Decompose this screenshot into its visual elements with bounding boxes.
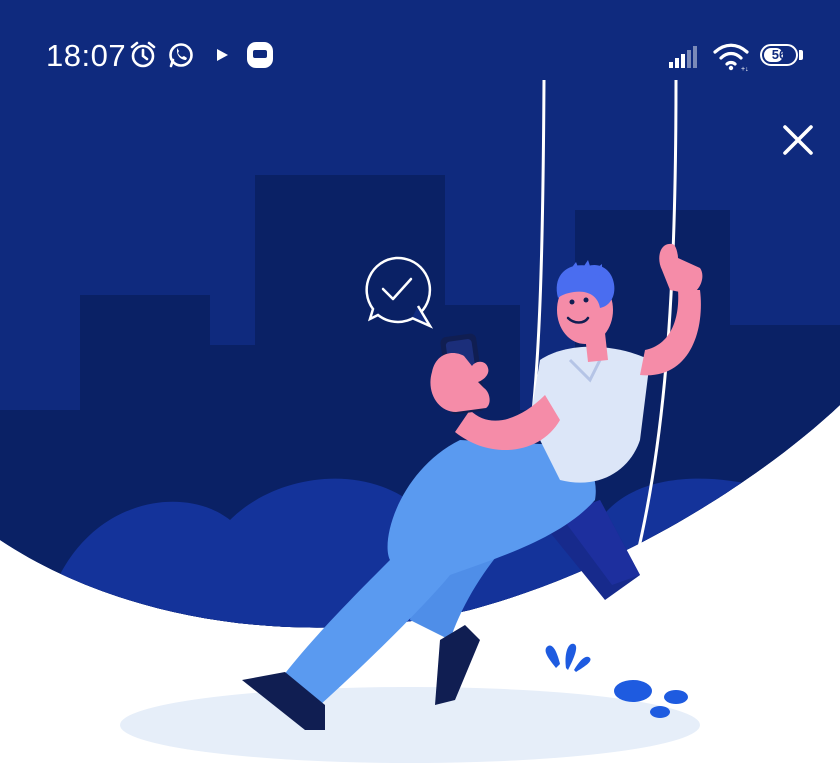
signal-icon (669, 46, 697, 68)
hero-illustration (0, 0, 840, 769)
alarm-icon (130, 41, 156, 68)
status-time: 18:07 (46, 38, 127, 73)
wifi-icon: +↓ (713, 43, 749, 72)
battery-level: 56 (771, 47, 787, 62)
whatsapp-icon (169, 43, 193, 68)
svg-text:+↓: +↓ (741, 66, 749, 72)
status-bar: 18:07 +↓ 56 (0, 0, 840, 110)
battery-icon: 56 (760, 44, 798, 66)
play-icon (217, 49, 228, 61)
app-notification-icon (247, 42, 273, 68)
close-icon (783, 125, 813, 155)
onboarding-screen: 18:07 +↓ 56 (0, 0, 840, 769)
close-button[interactable] (770, 112, 826, 168)
ground-shadow (120, 687, 700, 763)
battery-tip (799, 50, 803, 60)
